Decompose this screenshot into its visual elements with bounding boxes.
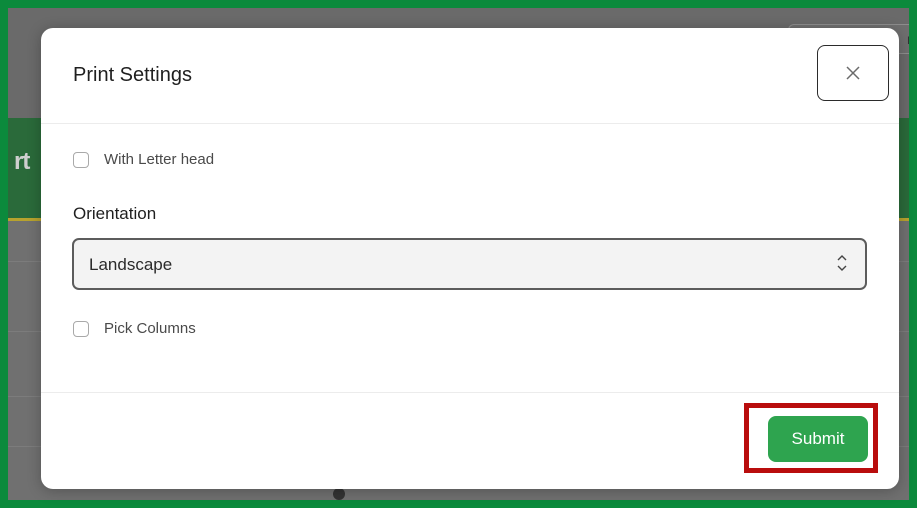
pick-columns-option[interactable]: Pick Columns [73,320,196,337]
dialog-header: Print Settings [41,28,899,124]
background-page-title: rt [14,148,30,175]
pick-columns-checkbox[interactable] [73,320,89,337]
letter-head-checkbox[interactable] [73,151,89,168]
background-search-text: n c [907,31,915,47]
orientation-select[interactable]: Landscape [72,238,867,290]
orientation-selected-value: Landscape [89,255,173,274]
close-button[interactable] [817,45,889,101]
submit-button[interactable]: Submit [768,416,868,462]
dialog-title: Print Settings [73,64,192,86]
orientation-label: Orientation [73,204,157,223]
chevron-up-down-icon [837,255,847,271]
pick-columns-label: Pick Columns [104,320,196,337]
close-icon [846,66,860,80]
letter-head-label: With Letter head [104,151,215,168]
letter-head-option[interactable]: With Letter head [73,151,214,168]
